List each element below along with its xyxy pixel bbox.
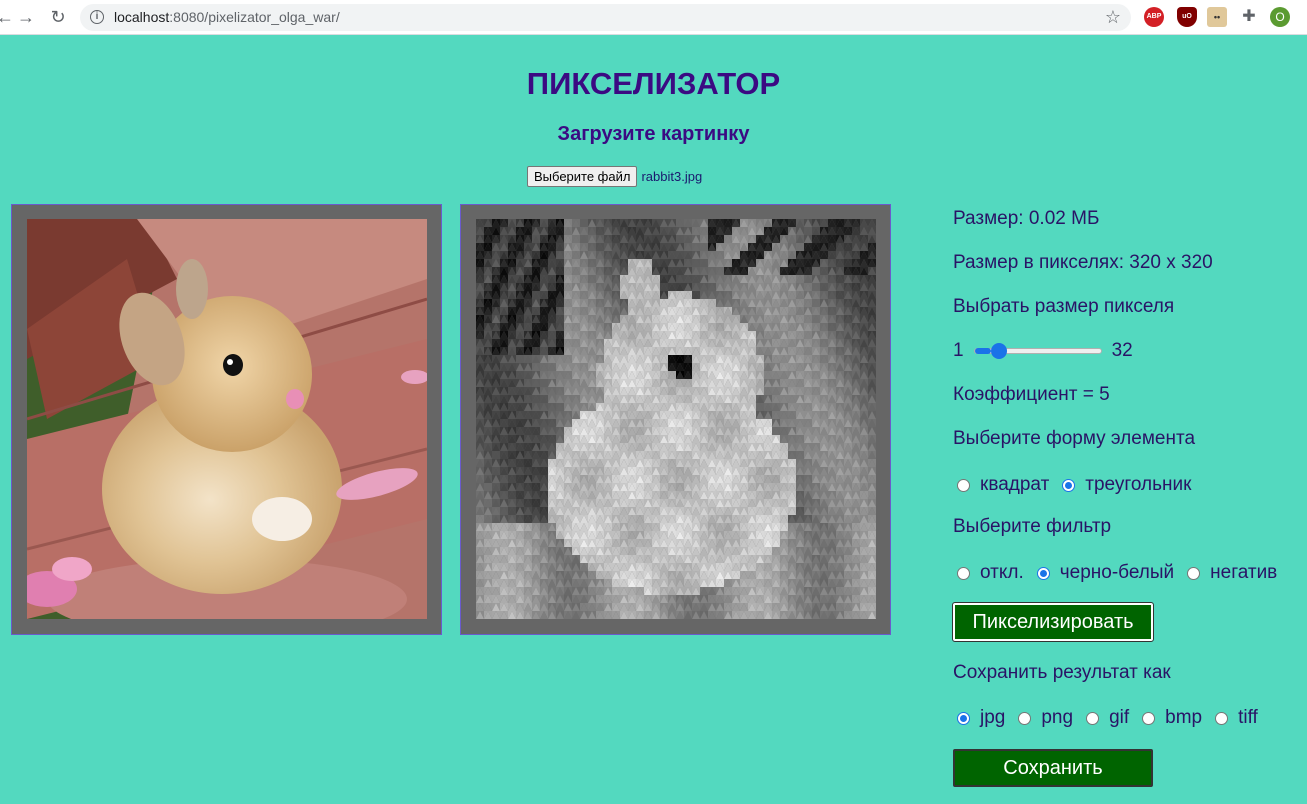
- extension-face-icon[interactable]: ••: [1207, 7, 1227, 27]
- browser-toolbar: ← → ↻ i localhost:8080/pixelizator_olga_…: [0, 0, 1307, 35]
- info-icon[interactable]: i: [90, 10, 104, 24]
- ublock-origin-icon[interactable]: uO: [1177, 7, 1197, 27]
- pixelized-image: [476, 219, 876, 619]
- pixelized-image-frame: [460, 204, 891, 635]
- original-image-frame: [11, 204, 442, 635]
- file-name: rabbit3.jpg: [641, 169, 703, 184]
- url-host: localhost: [114, 9, 170, 25]
- choose-file-button[interactable]: Выберите файл: [527, 166, 638, 187]
- address-bar[interactable]: i localhost:8080/pixelizator_olga_war/ ☆: [80, 4, 1131, 31]
- adblock-plus-icon[interactable]: ABP: [1144, 7, 1164, 27]
- upload-subtitle: Загрузите картинку: [557, 123, 750, 145]
- file-input: Выберите файл rabbit3.jpg: [527, 166, 702, 187]
- pixelized-rabbit: [476, 219, 876, 619]
- original-image: [27, 219, 427, 619]
- back-arrow-icon[interactable]: ←: [0, 6, 16, 28]
- page-title: ПИКСЕЛИЗАТОР: [526, 66, 781, 101]
- reload-icon[interactable]: ↻: [47, 6, 69, 28]
- forward-arrow-icon[interactable]: →: [15, 6, 37, 28]
- extensions-puzzle-icon[interactable]: ✚: [1239, 7, 1259, 27]
- url-path: :8080/pixelizator_olga_war/: [169, 9, 340, 25]
- url-text[interactable]: localhost:8080/pixelizator_olga_war/: [114, 9, 340, 25]
- profile-avatar[interactable]: O: [1270, 7, 1290, 27]
- rabbit-photo: [27, 219, 427, 619]
- bookmark-star-icon[interactable]: ☆: [1105, 7, 1121, 28]
